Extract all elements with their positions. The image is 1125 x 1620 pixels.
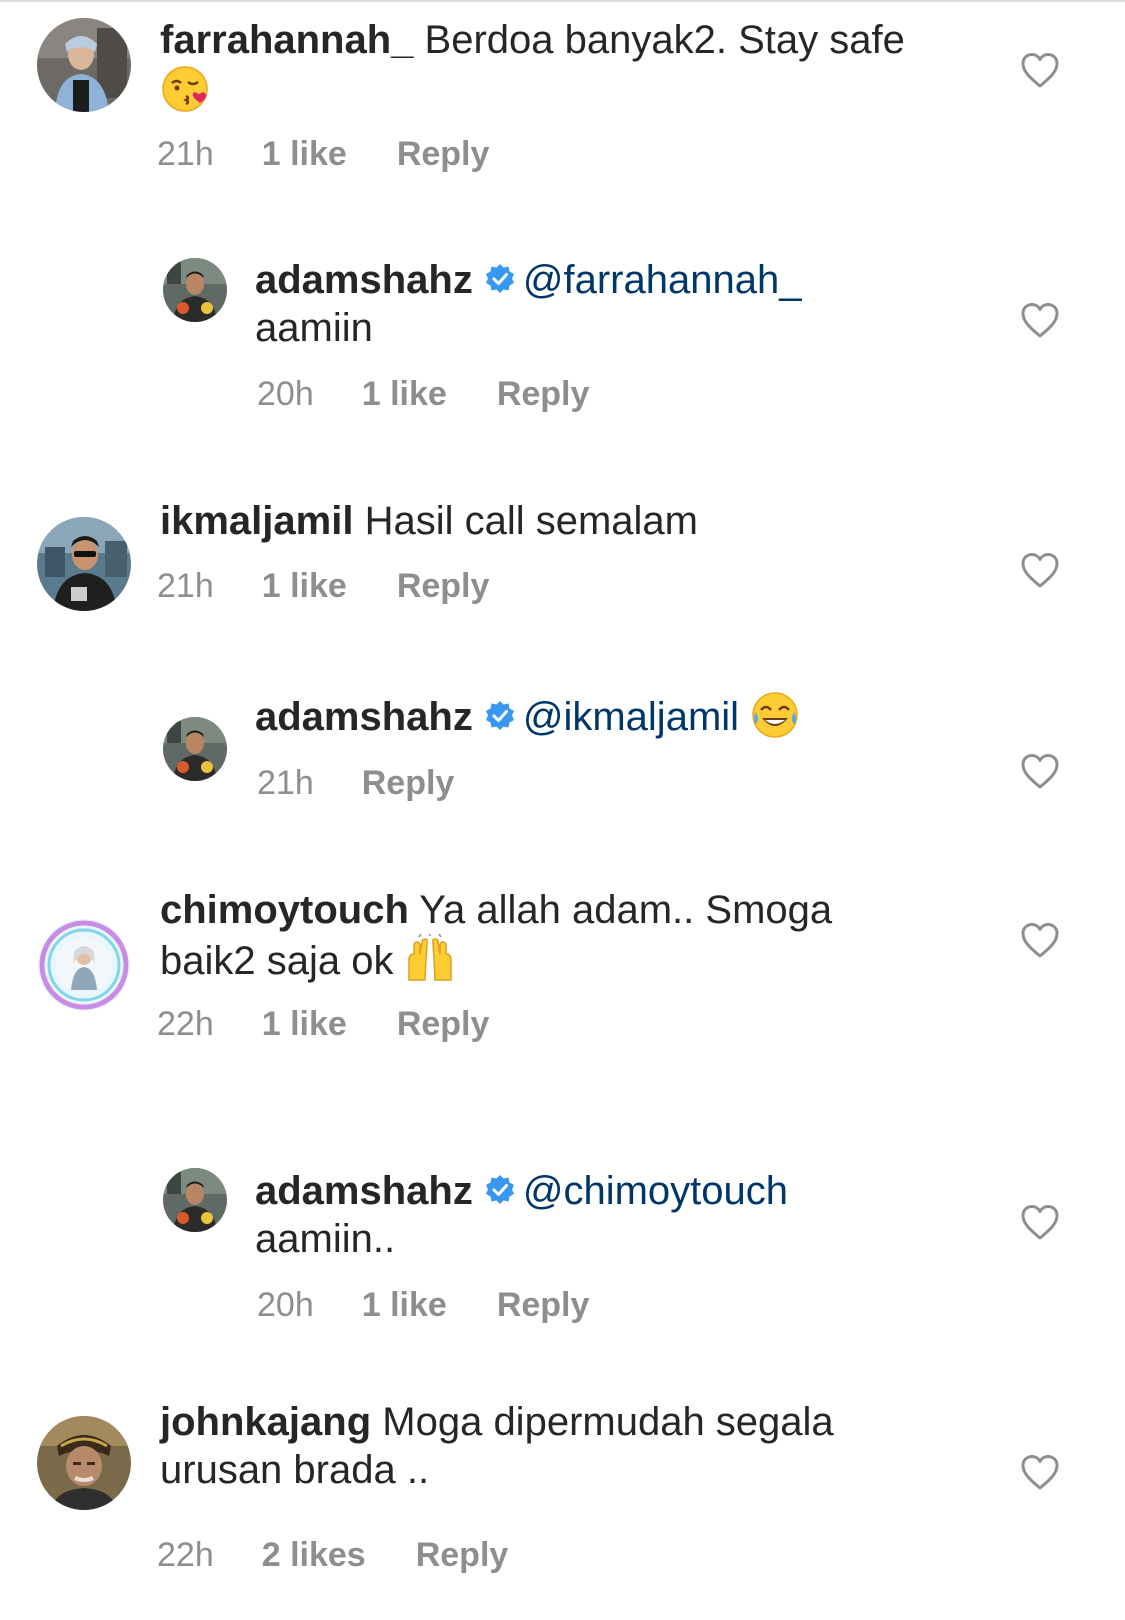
mention-link[interactable]: @farrahannah_: [523, 258, 802, 302]
comment-body: johnkajang Moga dipermudah segala urusan…: [160, 1398, 960, 1494]
timestamp: 20h: [257, 1286, 314, 1324]
comment-meta: 21h Reply: [257, 763, 454, 803]
avatar[interactable]: [37, 18, 131, 112]
verified-badge-icon: [485, 1175, 514, 1204]
likes-count[interactable]: 1 like: [262, 566, 347, 606]
comment-meta: 21h 1 like Reply: [157, 566, 489, 606]
comment-text: Moga dipermudah segala: [382, 1400, 834, 1444]
comment-meta: 21h 1 like Reply: [157, 134, 489, 174]
comment-body: adamshahz @chimoytouch aamiin..: [255, 1167, 960, 1263]
reply-button[interactable]: Reply: [497, 374, 590, 414]
comment-text: Hasil call semalam: [364, 499, 698, 543]
username-link[interactable]: johnkajang: [160, 1400, 371, 1444]
comment-body: ikmaljamil Hasil call semalam: [160, 497, 960, 545]
comment-text: Ya allah adam.. Smoga: [419, 888, 833, 932]
avatar[interactable]: [163, 258, 227, 322]
timestamp: 22h: [157, 1536, 214, 1574]
verified-badge-icon: [485, 701, 514, 730]
comment-text: baik2 saja ok: [160, 939, 394, 983]
mention-link[interactable]: @chimoytouch: [523, 1169, 788, 1213]
timestamp: 21h: [157, 135, 214, 173]
heart-outline-icon[interactable]: [1020, 552, 1060, 588]
timestamp: 20h: [257, 375, 314, 413]
heart-outline-icon[interactable]: [1020, 302, 1060, 338]
reply-button[interactable]: Reply: [362, 763, 455, 803]
username-link[interactable]: adamshahz: [255, 1169, 473, 1213]
heart-outline-icon[interactable]: [1020, 52, 1060, 88]
reply-button[interactable]: Reply: [397, 566, 490, 606]
comment-text: Berdoa banyak2. Stay safe: [424, 18, 905, 62]
heart-outline-icon[interactable]: [1020, 1454, 1060, 1490]
raising-hands-emoji-icon: [405, 933, 455, 984]
avatar[interactable]: [163, 1168, 227, 1232]
reply-button[interactable]: Reply: [397, 1004, 490, 1044]
comment-meta: 20h 1 like Reply: [257, 374, 589, 414]
username-link[interactable]: chimoytouch: [160, 888, 409, 932]
heart-outline-icon[interactable]: [1020, 922, 1060, 958]
tears-of-joy-emoji-icon: [750, 690, 800, 740]
mention-link[interactable]: @ikmaljamil: [523, 695, 739, 739]
timestamp: 22h: [157, 1005, 214, 1043]
heart-outline-icon[interactable]: [1020, 753, 1060, 789]
avatar[interactable]: [37, 918, 131, 1012]
likes-count[interactable]: 1 like: [362, 1285, 447, 1325]
likes-count[interactable]: 1 like: [262, 134, 347, 174]
username-link[interactable]: ikmaljamil: [160, 499, 353, 543]
timestamp: 21h: [257, 764, 314, 802]
comment-body: chimoytouch Ya allah adam.. Smoga baik2 …: [160, 886, 960, 985]
comment-text: aamiin: [255, 306, 373, 350]
avatar[interactable]: [37, 517, 131, 611]
comment-meta: 22h 1 like Reply: [157, 1004, 489, 1044]
comment-body: adamshahz @farrahannah_ aamiin: [255, 256, 960, 352]
comment-meta: 20h 1 like Reply: [257, 1285, 589, 1325]
heart-outline-icon[interactable]: [1020, 1204, 1060, 1240]
timestamp: 21h: [157, 567, 214, 605]
avatar[interactable]: [37, 1416, 131, 1510]
likes-count[interactable]: 1 like: [262, 1004, 347, 1044]
comment-body: adamshahz @ikmaljamil: [255, 690, 960, 741]
username-link[interactable]: adamshahz: [255, 258, 473, 302]
username-link[interactable]: farrahannah_: [160, 18, 413, 62]
verified-badge-icon: [485, 264, 514, 293]
top-divider: [0, 0, 1125, 2]
comment-meta: 22h 2 likes Reply: [157, 1535, 508, 1575]
reply-button[interactable]: Reply: [497, 1285, 590, 1325]
username-link[interactable]: adamshahz: [255, 695, 473, 739]
likes-count[interactable]: 1 like: [362, 374, 447, 414]
comment-text: aamiin..: [255, 1217, 396, 1261]
reply-button[interactable]: Reply: [416, 1535, 509, 1575]
comment-body: farrahannah_ Berdoa banyak2. Stay safe: [160, 16, 960, 115]
likes-count[interactable]: 2 likes: [262, 1535, 366, 1575]
comment-text: urusan brada ..: [160, 1448, 430, 1492]
kissing-heart-emoji-icon: [160, 64, 210, 114]
reply-button[interactable]: Reply: [397, 134, 490, 174]
avatar[interactable]: [163, 717, 227, 781]
